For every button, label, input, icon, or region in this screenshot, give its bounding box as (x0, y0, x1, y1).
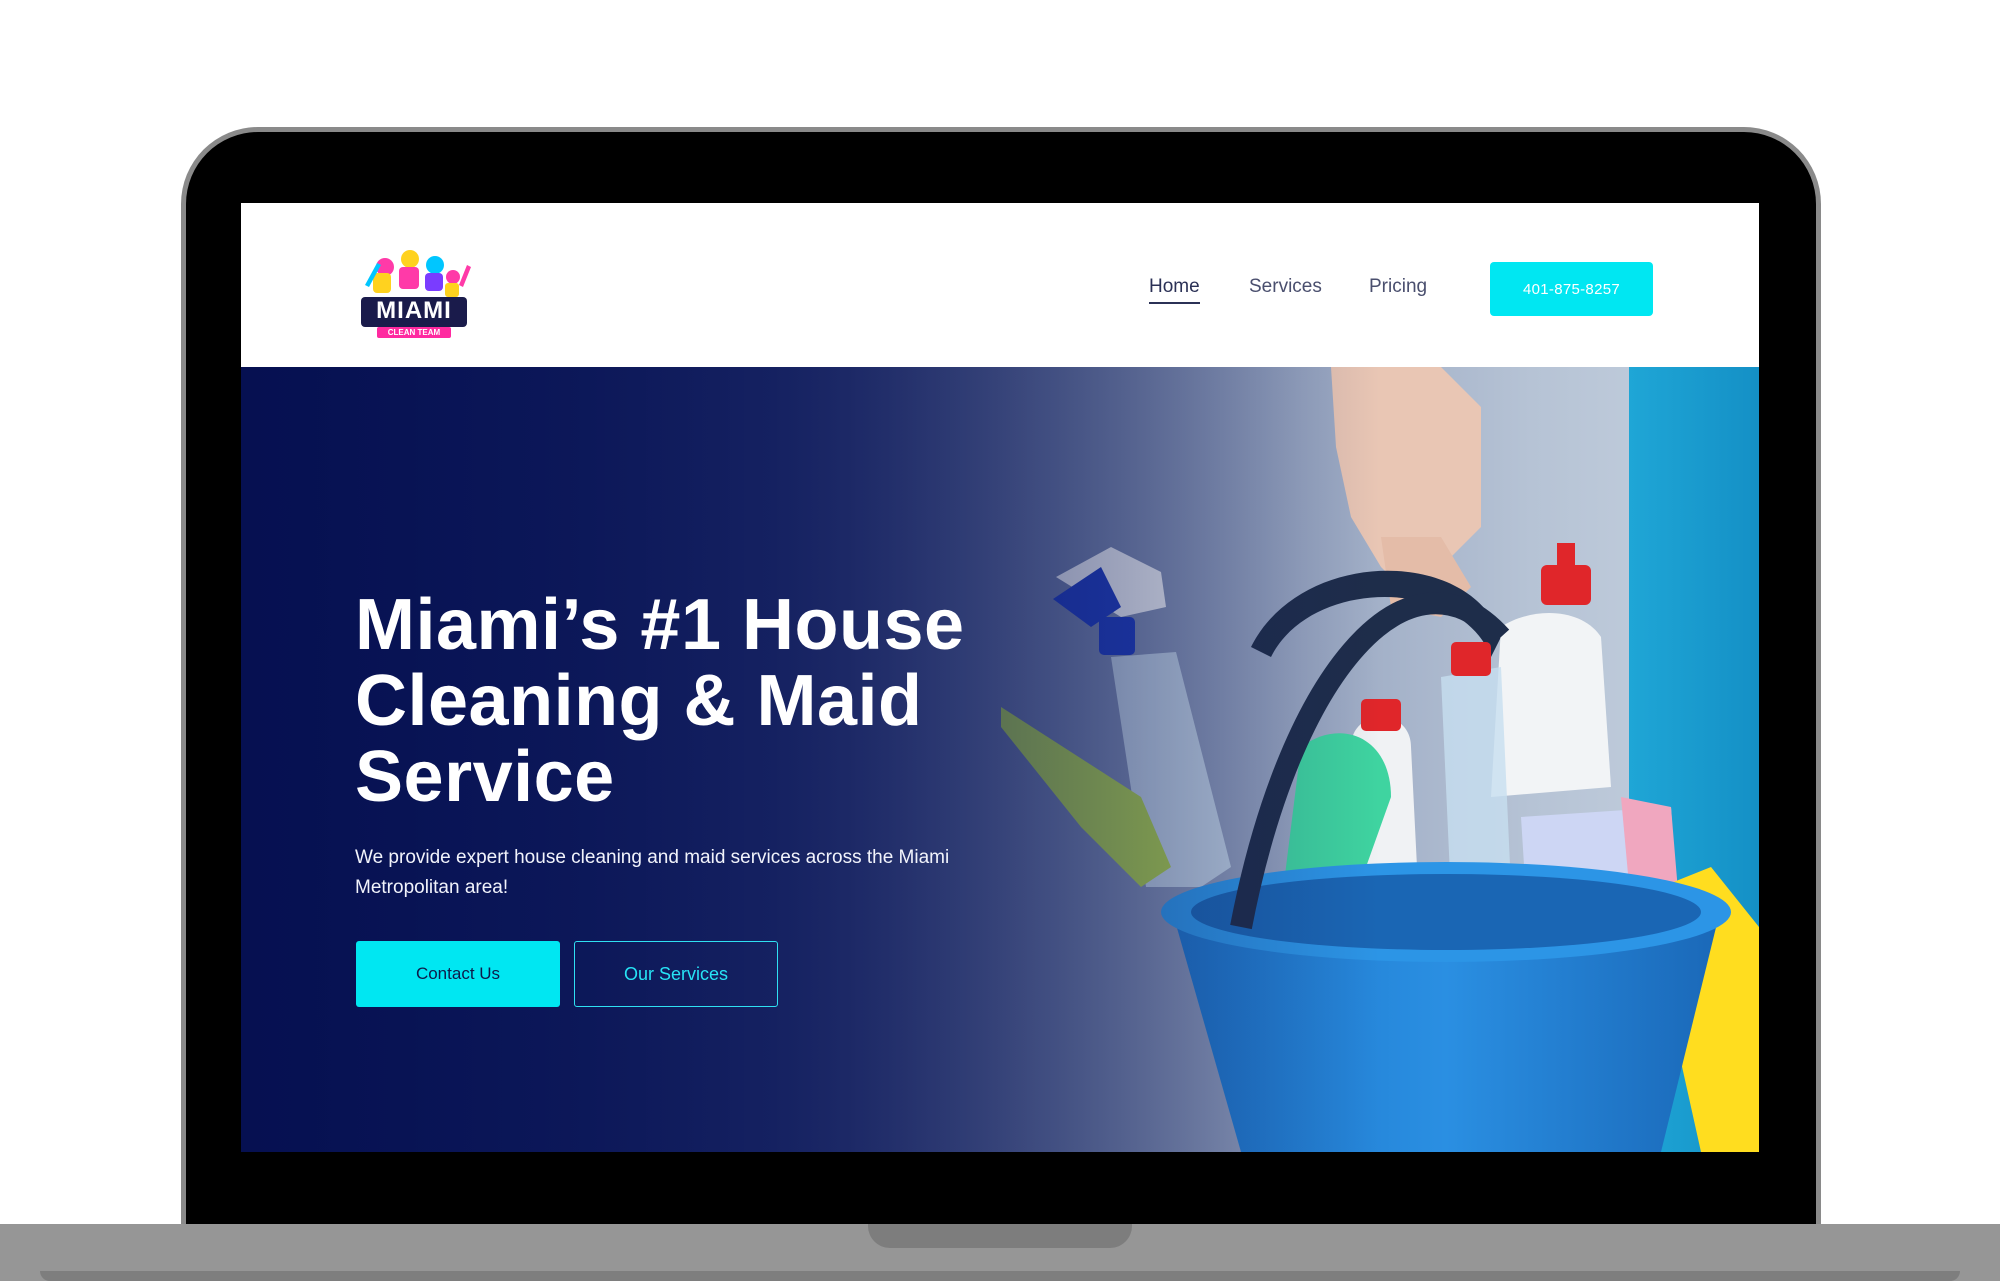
laptop-base-edge (40, 1271, 1960, 1281)
contact-us-button[interactable]: Contact Us (356, 941, 560, 1007)
hero-title: Miami’s #1 House Cleaning & Maid Service (355, 585, 965, 817)
logo-wordmark: MIAMI (376, 297, 452, 324)
hero-section: Miami’s #1 House Cleaning & Maid Service… (241, 367, 1759, 1152)
miami-clean-team-logo[interactable]: MIAMI CLEAN TEAM (355, 245, 473, 340)
website-screen: MIAMI CLEAN TEAM Home Services Pricing 4… (241, 203, 1759, 1152)
hero-subtitle: We provide expert house cleaning and mai… (355, 847, 950, 898)
nav-pricing-link[interactable]: Pricing (1369, 276, 1427, 298)
phone-call-button[interactable]: 401-875-8257 (1490, 262, 1653, 316)
nav-services-link[interactable]: Services (1249, 276, 1322, 298)
logo-tagline: CLEAN TEAM (377, 327, 451, 338)
logo-mark-icon (361, 250, 471, 327)
laptop-notch (868, 1224, 1132, 1248)
our-services-button[interactable]: Our Services (574, 941, 778, 1007)
nav-home-link[interactable]: Home (1149, 276, 1200, 304)
site-header: MIAMI CLEAN TEAM Home Services Pricing 4… (241, 203, 1759, 367)
